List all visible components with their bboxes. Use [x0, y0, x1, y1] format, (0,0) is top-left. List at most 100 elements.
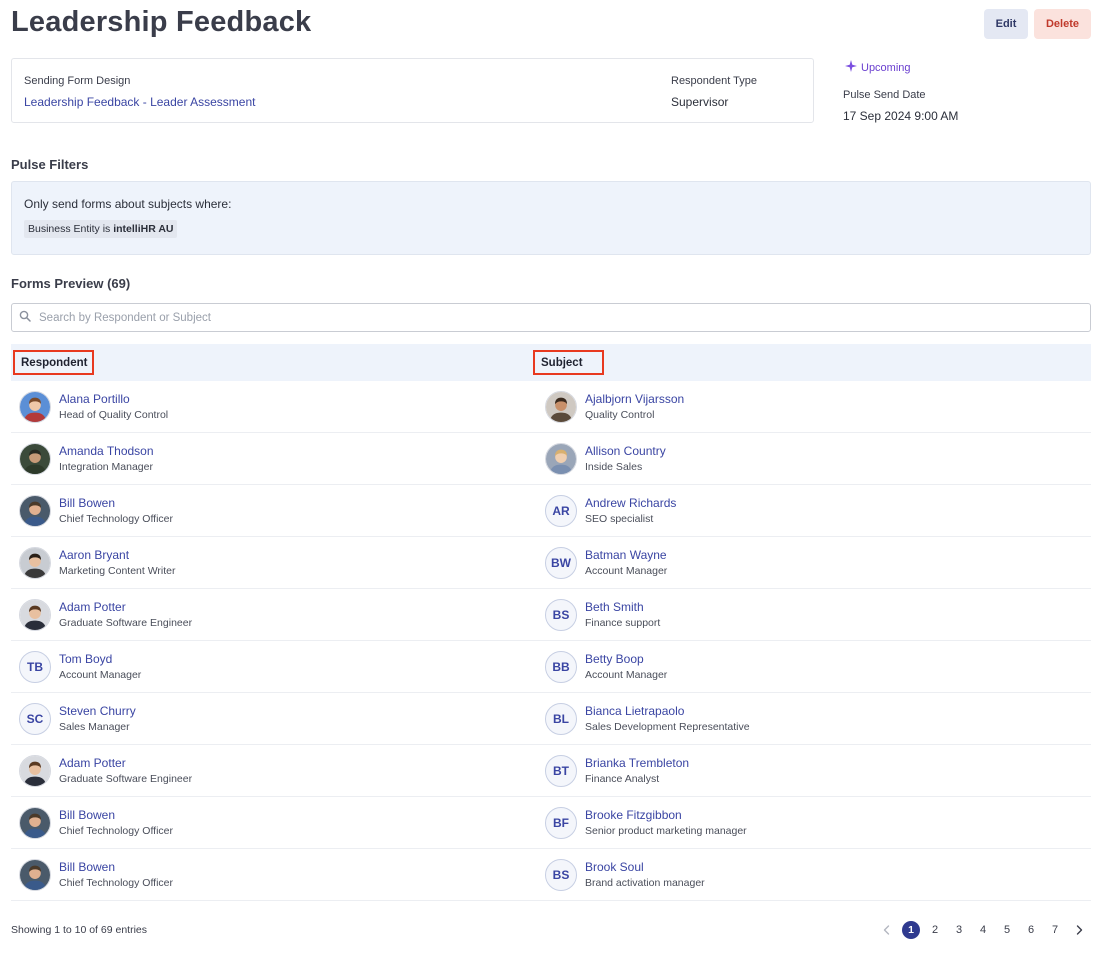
respondent-job-title: Chief Technology Officer [59, 825, 174, 837]
sending-form-label: Sending Form Design [24, 75, 131, 87]
respondent-name-link[interactable]: Adam Potter [59, 599, 192, 615]
subject-job-title: Inside Sales [585, 461, 643, 473]
next-page-button[interactable] [1067, 920, 1091, 940]
table-row[interactable]: Bill Bowen Chief Technology Officer BS Broo… [11, 849, 1091, 901]
subject-name-link[interactable]: Batman Wayne [585, 547, 667, 563]
respondent-name-link[interactable]: Bill Bowen [59, 859, 173, 875]
table-row[interactable]: Amanda Thodson Integration Manager Allison… [11, 433, 1091, 485]
pulse-send-date-value: 17 Sep 2024 9:00 AM [843, 109, 959, 123]
search-box[interactable] [11, 303, 1091, 332]
respondent-info: Adam Potter Graduate Software Engineer [59, 599, 192, 631]
sparkle-icon [845, 60, 857, 75]
subject-info: Brooke Fitzgibbon Senior product marketin… [585, 807, 747, 839]
pulse-summary-card: Sending Form Design Leadership Feedback … [11, 58, 814, 123]
column-header-subject[interactable]: Subject [533, 350, 604, 375]
table-row[interactable]: Adam Potter Graduate Software Engineer BS B… [11, 589, 1091, 641]
forms-preview-title: Forms Preview (69) [11, 276, 131, 291]
respondent-job-title: Head of Quality Control [59, 409, 169, 421]
page-number: 7 [1051, 924, 1059, 936]
table-row[interactable]: Aaron Bryant Marketing Content Writer BW Ba… [11, 537, 1091, 589]
subject-info: Bianca Lietrapaolo Sales Development Repr… [585, 703, 750, 735]
delete-button[interactable]: Delete [1034, 9, 1091, 39]
respondent-cell: Amanda Thodson Integration Manager [19, 433, 154, 485]
page-button-7[interactable]: 7 [1043, 920, 1067, 940]
page-button-6[interactable]: 6 [1019, 920, 1043, 940]
respondent-info: Adam Potter Graduate Software Engineer [59, 755, 192, 787]
entries-summary: Showing 1 to 10 of 69 entries [11, 924, 148, 936]
respondent-name-link[interactable]: Aaron Bryant [59, 547, 176, 563]
edit-button[interactable]: Edit [984, 9, 1028, 39]
subject-job-title: Sales Development Representative [585, 721, 750, 733]
pulse-filters-box: Only send forms about subjects where: Bu… [11, 181, 1091, 255]
table-row[interactable]: Bill Bowen Chief Technology Officer BF Broo… [11, 797, 1091, 849]
avatar-photo [19, 807, 51, 839]
respondent-cell: Bill Bowen Chief Technology Officer [19, 797, 173, 849]
column-header-respondent[interactable]: Respondent [13, 350, 94, 375]
respondent-name-link[interactable]: Bill Bowen [59, 495, 173, 511]
respondent-name-link[interactable]: Adam Potter [59, 755, 192, 771]
respondent-job-title: Marketing Content Writer [59, 565, 176, 577]
respondent-info: Bill Bowen Chief Technology Officer [59, 859, 173, 891]
respondent-name-link[interactable]: Steven Churry [59, 703, 136, 719]
avatar-photo [19, 599, 51, 631]
sending-form-link[interactable]: Leadership Feedback - Leader Assessment [24, 95, 255, 109]
page-number: 3 [955, 924, 963, 936]
table-row[interactable]: TB Tom Boyd Account Manager BB Betty Boop Acc… [11, 641, 1091, 693]
respondent-type-value: Supervisor [671, 95, 729, 109]
respondent-info: Steven Churry Sales Manager [59, 703, 136, 735]
table-row[interactable]: Bill Bowen Chief Technology Officer AR Andr… [11, 485, 1091, 537]
respondent-info: Bill Bowen Chief Technology Officer [59, 495, 173, 527]
subject-cell: BF Brooke Fitzgibbon Senior product market… [545, 797, 747, 849]
respondent-cell: SC Steven Churry Sales Manager [19, 693, 136, 745]
page-button-1[interactable]: 1 [899, 920, 923, 940]
page-number: 2 [931, 924, 939, 936]
subject-name-link[interactable]: Brianka Trembleton [585, 755, 689, 771]
table-row[interactable]: Adam Potter Graduate Software Engineer BT B… [11, 745, 1091, 797]
subject-job-title: Account Manager [585, 669, 668, 681]
subject-name-link[interactable]: Betty Boop [585, 651, 667, 667]
chevron-right-icon [1076, 925, 1083, 935]
subject-name-link[interactable]: Brook Soul [585, 859, 705, 875]
filter-chip-prefix: Business Entity is [28, 223, 114, 235]
subject-name-link[interactable]: Allison Country [585, 443, 666, 459]
subject-cell: AR Andrew Richards SEO specialist [545, 485, 676, 537]
respondent-name-link[interactable]: Amanda Thodson [59, 443, 154, 459]
subject-job-title: Senior product marketing manager [585, 825, 747, 837]
respondent-cell: Aaron Bryant Marketing Content Writer [19, 537, 176, 589]
subject-name-link[interactable]: Andrew Richards [585, 495, 676, 511]
subject-cell: BB Betty Boop Account Manager [545, 641, 667, 693]
page-number: 6 [1027, 924, 1035, 936]
respondent-info: Aaron Bryant Marketing Content Writer [59, 547, 176, 579]
table-row[interactable]: SC Steven Churry Sales Manager BL Bianca Lie… [11, 693, 1091, 745]
avatar-photo [19, 755, 51, 787]
subject-name-link[interactable]: Beth Smith [585, 599, 660, 615]
subject-info: Brook Soul Brand activation manager [585, 859, 705, 891]
page-button-5[interactable]: 5 [995, 920, 1019, 940]
avatar-photo [19, 547, 51, 579]
subject-name-link[interactable]: Ajalbjorn Vijarsson [585, 391, 684, 407]
table-row[interactable]: Alana Portillo Head of Quality Control Aja… [11, 381, 1091, 433]
search-input[interactable] [39, 311, 1059, 324]
page-button-3[interactable]: 3 [947, 920, 971, 940]
respondent-name-link[interactable]: Alana Portillo [59, 391, 168, 407]
subject-name-link[interactable]: Bianca Lietrapaolo [585, 703, 750, 719]
respondent-job-title: Sales Manager [59, 721, 130, 733]
avatar-initials: BF [545, 807, 577, 839]
filter-chip: Business Entity is intelliHR AU [24, 220, 178, 238]
subject-cell: BL Bianca Lietrapaolo Sales Development Re… [545, 693, 750, 745]
respondent-info: Tom Boyd Account Manager [59, 651, 141, 683]
respondent-type-label: Respondent Type [671, 75, 758, 87]
subject-name-link[interactable]: Brooke Fitzgibbon [585, 807, 747, 823]
respondent-job-title: Chief Technology Officer [59, 877, 174, 889]
previous-page-button[interactable] [875, 920, 899, 940]
page-button-4[interactable]: 4 [971, 920, 995, 940]
respondent-info: Amanda Thodson Integration Manager [59, 443, 154, 475]
respondent-job-title: Integration Manager [59, 461, 153, 473]
respondent-name-link[interactable]: Tom Boyd [59, 651, 141, 667]
avatar-initials: TB [19, 651, 51, 683]
page-number: 1 [902, 921, 920, 939]
status-text: Upcoming [861, 61, 911, 74]
subject-cell: BW Batman Wayne Account Manager [545, 537, 667, 589]
respondent-name-link[interactable]: Bill Bowen [59, 807, 173, 823]
page-button-2[interactable]: 2 [923, 920, 947, 940]
